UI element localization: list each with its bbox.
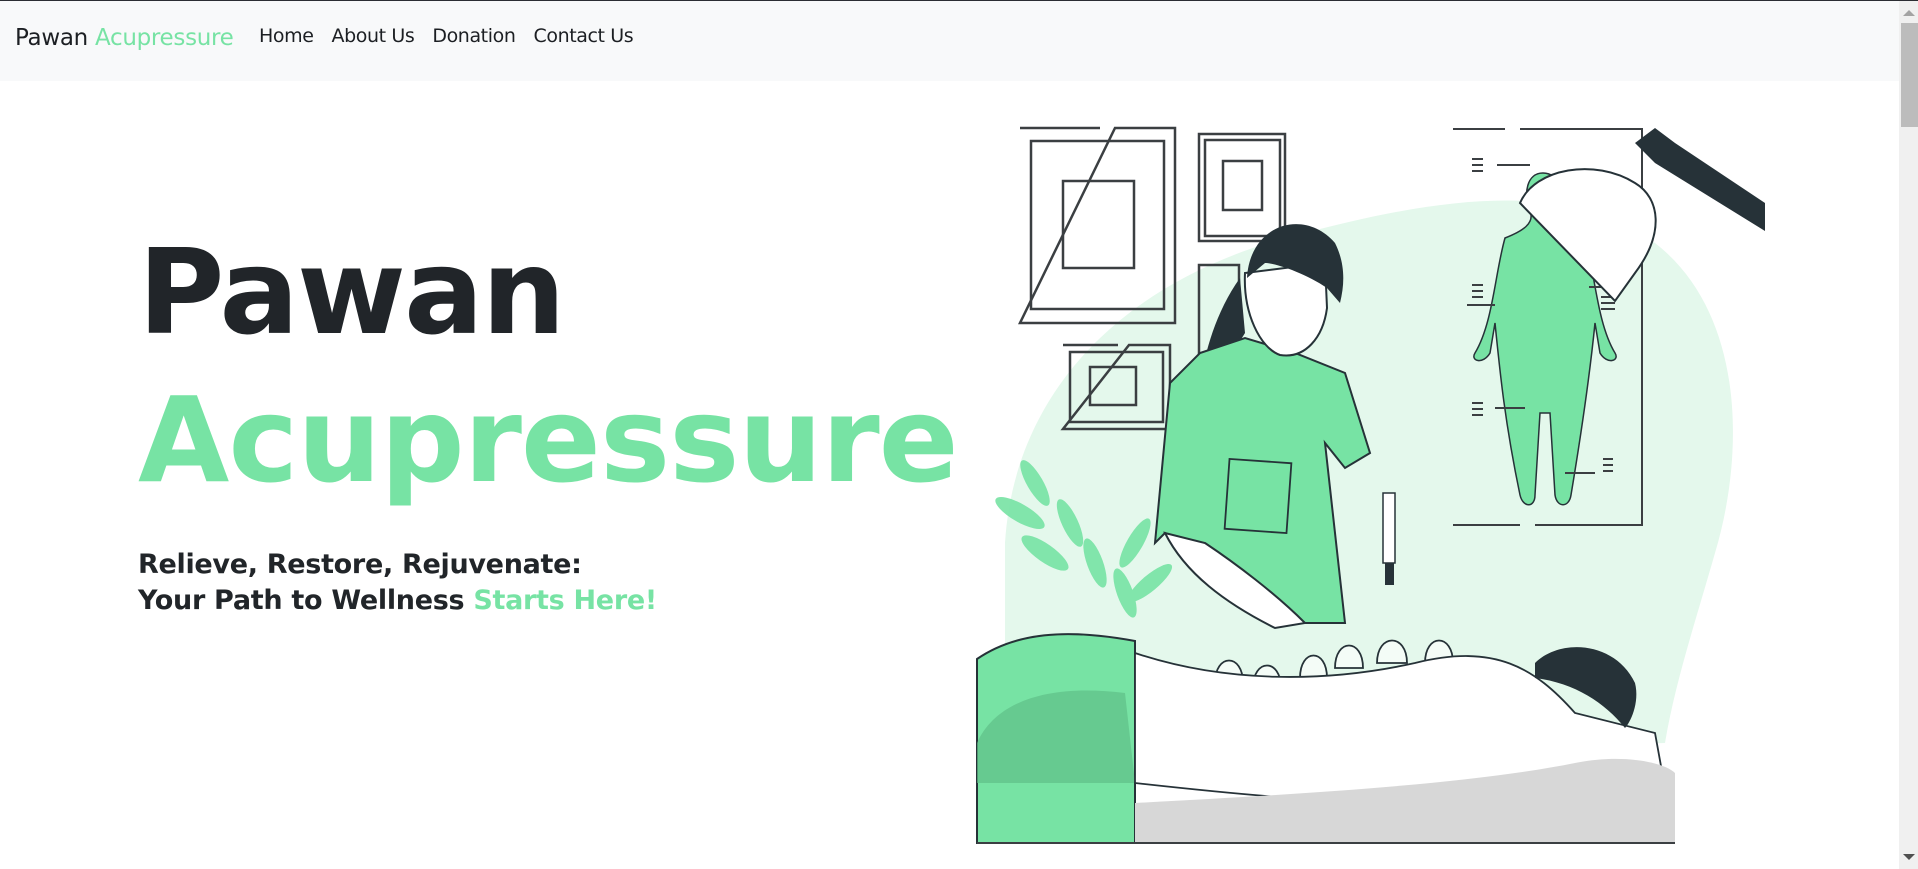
- page-scrollbar[interactable]: [1899, 1, 1918, 869]
- brand-logo-link[interactable]: Pawan Acupressure: [15, 25, 234, 51]
- hero-illustration: [975, 123, 1765, 845]
- pump-tool: [1382, 492, 1396, 564]
- hero-title-accent: Acupressure: [138, 371, 959, 509]
- brand-primary: Pawan: [15, 25, 88, 51]
- nav-link-about-us[interactable]: About Us: [323, 25, 424, 47]
- tagline-prefix: Your Path to Wellness: [138, 585, 474, 616]
- hero-title-primary: Pawan: [138, 223, 566, 361]
- scroll-up-arrow-icon[interactable]: [1903, 10, 1915, 16]
- navbar: Pawan Acupressure Home About Us Donation…: [0, 1, 1899, 81]
- hero-tagline: Relieve, Restore, Rejuvenate: Your Path …: [138, 547, 657, 619]
- tagline-line-2: Your Path to Wellness Starts Here!: [138, 583, 657, 619]
- tagline-line-1: Relieve, Restore, Rejuvenate:: [138, 549, 582, 580]
- nav-link-donation[interactable]: Donation: [423, 25, 524, 47]
- nav-link-home[interactable]: Home: [250, 25, 323, 47]
- scroll-down-arrow-icon[interactable]: [1903, 854, 1915, 860]
- nav-links: Home About Us Donation Contact Us: [250, 25, 642, 47]
- acupressure-illustration-svg: [976, 126, 1765, 844]
- scroll-thumb[interactable]: [1901, 23, 1918, 127]
- nav-link-contact-us[interactable]: Contact Us: [524, 25, 642, 47]
- tagline-accent: Starts Here!: [473, 585, 657, 616]
- brand-accent: Acupressure: [94, 25, 234, 51]
